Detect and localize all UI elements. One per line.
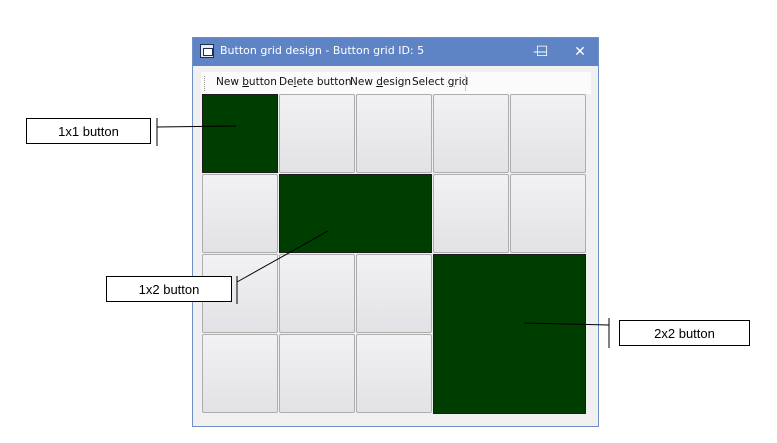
callout-line-1x1 <box>156 125 237 128</box>
annotation-lines <box>156 118 610 348</box>
callout-line-2x2 <box>523 322 610 326</box>
label-1x1-button: 1x1 button <box>26 118 151 144</box>
callout-line-1x2 <box>236 230 329 283</box>
label-1x2-button: 1x2 button <box>106 276 232 302</box>
label-2x2-button: 2x2 button <box>619 320 750 346</box>
